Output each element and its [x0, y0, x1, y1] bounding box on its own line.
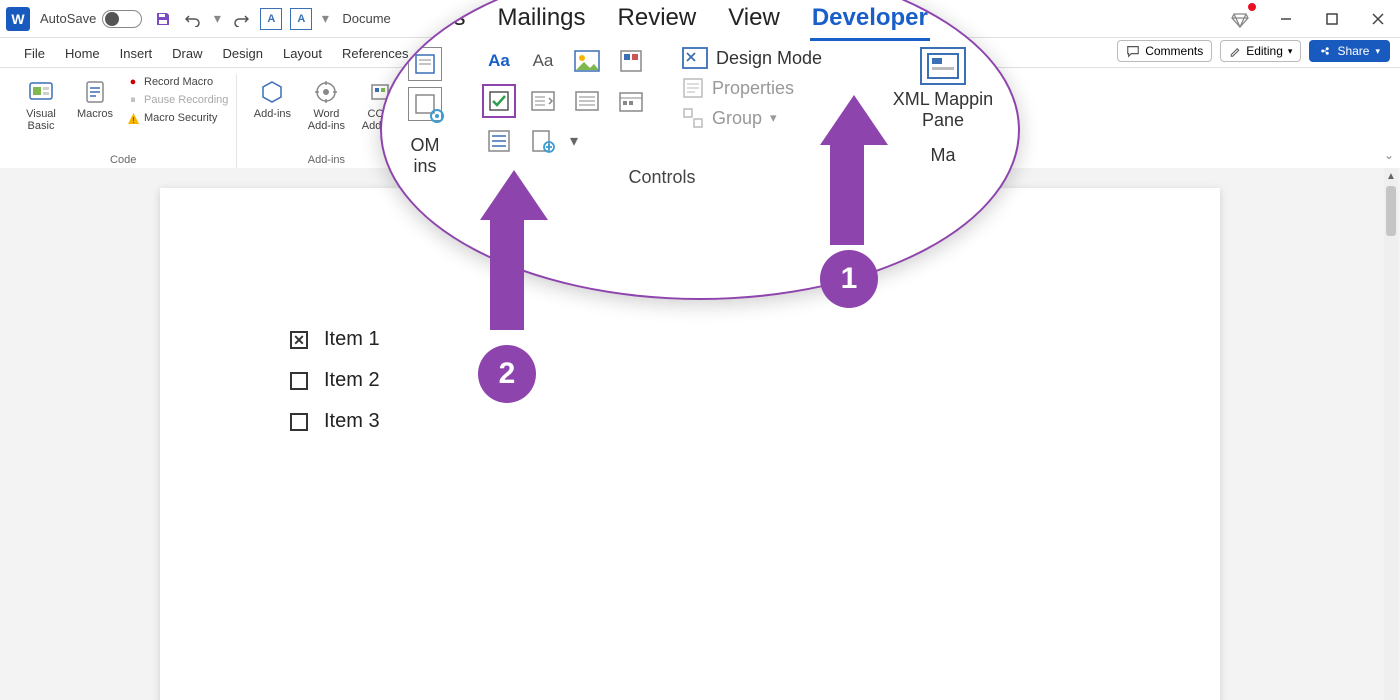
word-addins-button[interactable]: Word Add-ins — [301, 74, 351, 136]
checkbox-checked-icon[interactable] — [290, 331, 308, 349]
com-addins-label: COM Add-ins — [357, 108, 403, 132]
comments-label: Comments — [1145, 44, 1203, 58]
text-box-a2-icon[interactable]: A — [290, 8, 312, 30]
macros-icon — [81, 78, 109, 106]
minimize-button[interactable] — [1272, 5, 1300, 33]
tab-design[interactable]: Design — [213, 40, 273, 67]
notification-dot-icon — [1248, 3, 1256, 11]
autosave-toggle[interactable] — [102, 10, 142, 28]
macros-button[interactable]: Macros — [70, 74, 120, 124]
qat-dropdown-icon[interactable]: ▾ — [320, 8, 330, 30]
tab-references[interactable]: References — [332, 40, 418, 67]
pause-recording-button: ⏸ Pause Recording — [124, 92, 230, 108]
word-addins-icon — [312, 78, 340, 106]
macro-security-button[interactable]: ! Macro Security — [124, 110, 230, 126]
comments-button[interactable]: Comments — [1117, 40, 1212, 62]
maximize-button[interactable] — [1318, 5, 1346, 33]
redo-icon[interactable] — [230, 8, 252, 30]
record-icon: ● — [126, 75, 140, 89]
text-box-a-icon[interactable]: A — [260, 8, 282, 30]
com-addins-icon — [366, 78, 394, 106]
pause-recording-label: Pause Recording — [144, 94, 228, 106]
share-button[interactable]: Share ▾ — [1309, 40, 1390, 62]
title-bar: W AutoSave ▾ A A ▾ Docume — [0, 0, 1400, 38]
partial-button[interactable] — [422, 74, 452, 110]
macros-label: Macros — [77, 108, 113, 120]
checkbox-unchecked-icon[interactable] — [290, 372, 308, 390]
tab-home[interactable]: Home — [55, 40, 110, 67]
com-addins-button[interactable]: COM Add-ins — [355, 74, 405, 136]
list-item[interactable]: Item 1 — [290, 328, 1220, 351]
list-item-label: Item 1 — [324, 328, 380, 351]
list-item[interactable]: Item 3 — [290, 410, 1220, 433]
record-macro-label: Record Macro — [144, 76, 213, 88]
word-logo-icon: W — [6, 7, 30, 31]
checkbox-unchecked-icon[interactable] — [290, 413, 308, 431]
pause-icon: ⏸ — [126, 93, 140, 107]
addins-group-label: Add-ins — [308, 154, 345, 168]
visual-basic-button[interactable]: Visual Basic — [16, 74, 66, 136]
svg-text:!: ! — [132, 116, 134, 125]
record-macro-button[interactable]: ● Record Macro — [124, 74, 230, 90]
scrollbar-thumb[interactable] — [1386, 186, 1396, 236]
ribbon-group-partial — [416, 74, 458, 168]
addins-button[interactable]: Add-ins — [247, 74, 297, 124]
ribbon-group-code: Visual Basic Macros ● Record Macro ⏸ Pau… — [10, 74, 237, 168]
tab-file[interactable]: File — [14, 40, 55, 67]
diamond-premium-icon[interactable] — [1226, 5, 1254, 33]
ribbon-developer: Visual Basic Macros ● Record Macro ⏸ Pau… — [0, 68, 1400, 168]
scroll-up-icon[interactable]: ▲ — [1384, 168, 1398, 184]
workspace: Item 1 Item 2 Item 3 ▲ — [0, 168, 1400, 700]
list-item[interactable]: Item 2 — [290, 369, 1220, 392]
addins-icon — [258, 78, 286, 106]
ribbon-tabs: File Home Insert Draw Design Layout Refe… — [0, 38, 1400, 68]
vertical-scrollbar[interactable]: ▲ — [1384, 168, 1398, 700]
undo-dropdown-icon[interactable]: ▾ — [212, 8, 222, 30]
tab-layout[interactable]: Layout — [273, 40, 332, 67]
list-item-label: Item 2 — [324, 369, 380, 392]
word-addins-label: Word Add-ins — [303, 108, 349, 132]
ribbon-group-addins: Add-ins Word Add-ins COM Add-ins Add-ins — [241, 74, 412, 168]
tab-draw[interactable]: Draw — [162, 40, 212, 67]
form-icon — [423, 78, 451, 106]
tab-insert[interactable]: Insert — [110, 40, 163, 67]
quick-access-toolbar: ▾ A A ▾ — [152, 8, 330, 30]
code-group-label: Code — [110, 154, 136, 168]
add-ins-label: Add-ins — [254, 108, 291, 120]
editing-mode-button[interactable]: Editing ▾ — [1220, 40, 1301, 62]
document-page[interactable]: Item 1 Item 2 Item 3 — [160, 188, 1220, 700]
editing-label: Editing — [1246, 44, 1283, 58]
share-label: Share — [1337, 44, 1369, 58]
autosave-label: AutoSave — [40, 11, 96, 26]
warning-icon: ! — [126, 111, 140, 125]
save-icon[interactable] — [152, 8, 174, 30]
ribbon-collapse-icon[interactable]: ⌄ — [1384, 148, 1394, 162]
macro-security-label: Macro Security — [144, 112, 217, 124]
visual-basic-label: Visual Basic — [18, 108, 64, 132]
close-button[interactable] — [1364, 5, 1392, 33]
list-item-label: Item 3 — [324, 410, 380, 433]
visual-basic-icon — [27, 78, 55, 106]
document-title: Docume — [342, 11, 390, 26]
undo-icon[interactable] — [182, 8, 204, 30]
